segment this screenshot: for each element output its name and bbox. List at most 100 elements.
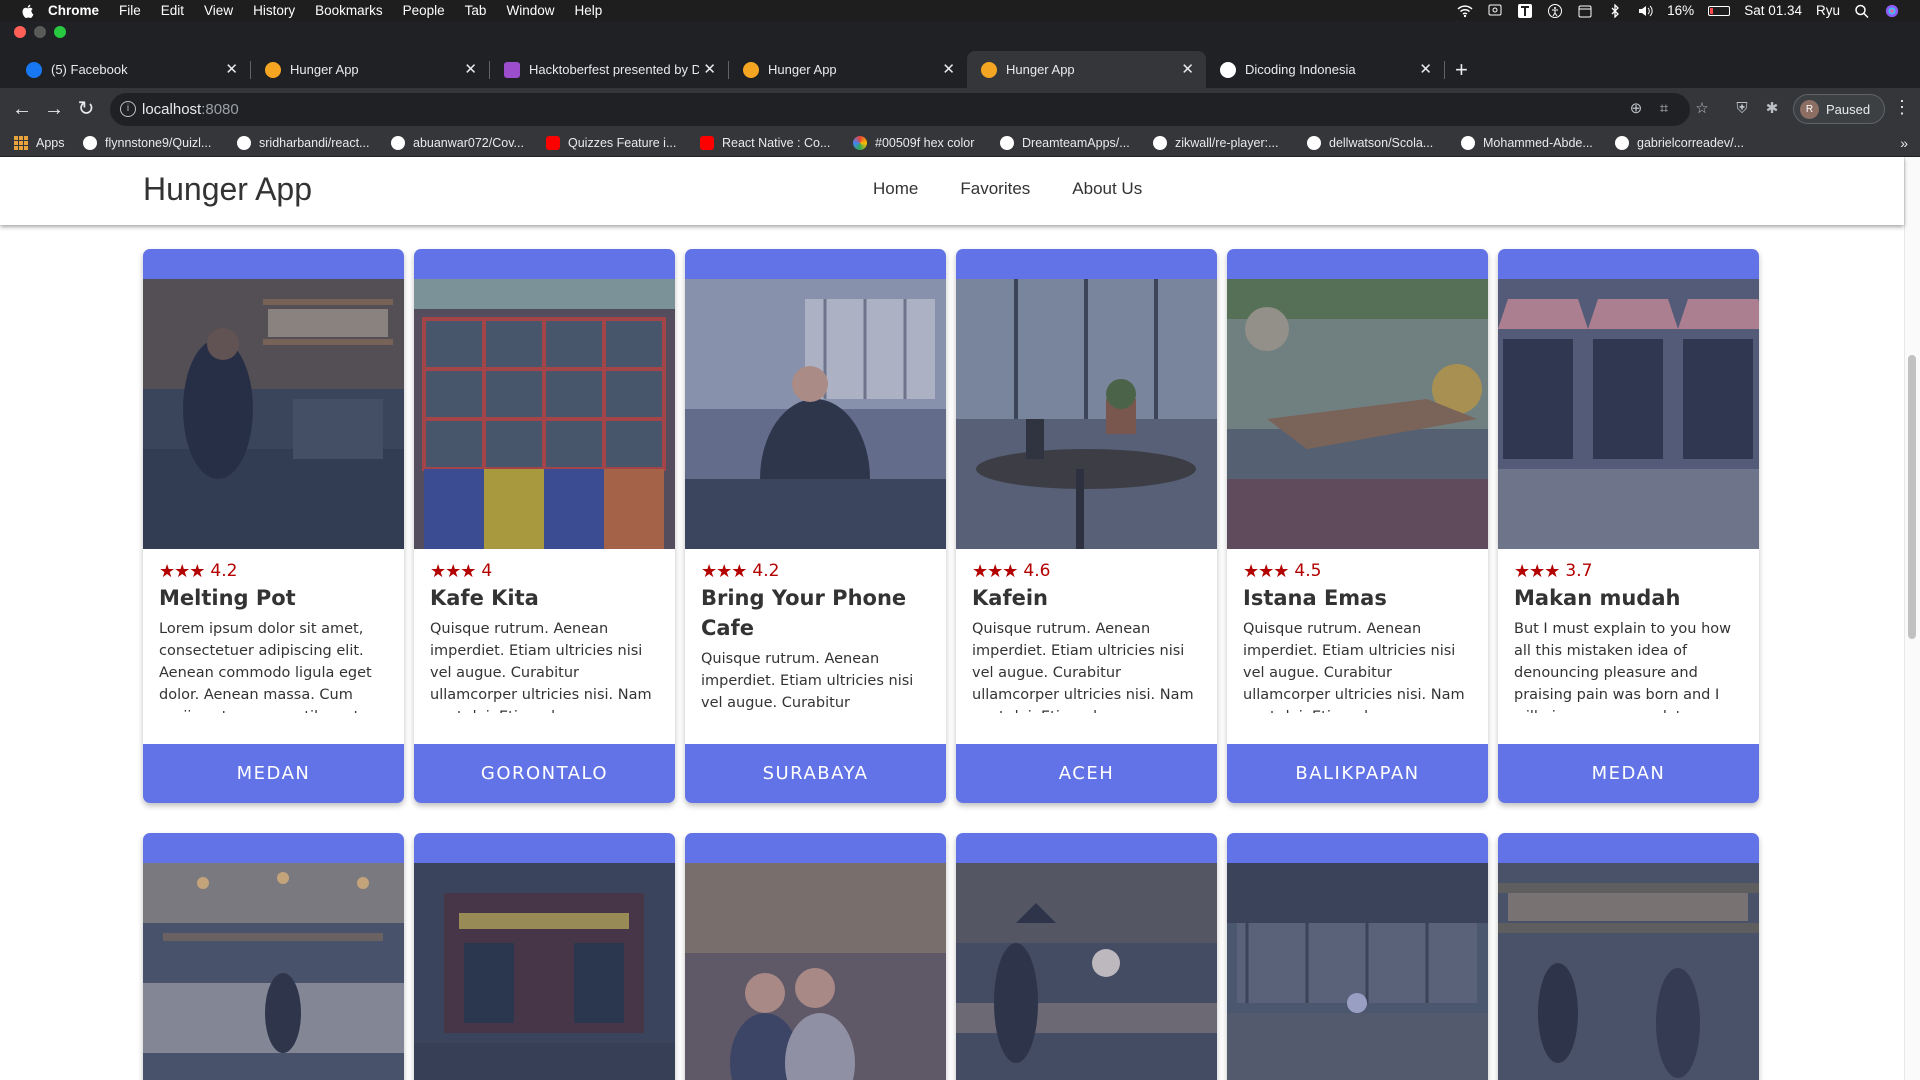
close-tab-icon[interactable]: ✕ xyxy=(1181,60,1194,78)
tab-hunger-app[interactable]: Hunger App ✕ xyxy=(729,51,967,88)
menu-window[interactable]: Window xyxy=(506,3,554,18)
site-brand[interactable]: Hunger App xyxy=(143,171,312,208)
tab-hacktoberfest[interactable]: Hacktoberfest presented by Di ✕ xyxy=(490,51,728,88)
restaurant-photo xyxy=(1227,863,1488,1080)
siri-icon[interactable] xyxy=(1884,4,1900,18)
zoom-window-button[interactable] xyxy=(54,26,66,38)
restaurant-card[interactable] xyxy=(143,833,404,1080)
translate-icon[interactable]: ⌗ xyxy=(1656,101,1672,117)
install-app-icon[interactable]: ⊕ xyxy=(1628,101,1644,117)
close-tab-icon[interactable]: ✕ xyxy=(1419,60,1432,78)
menubar-user[interactable]: Ryu xyxy=(1816,3,1840,18)
menu-people[interactable]: People xyxy=(403,3,445,18)
restaurant-card[interactable]: ★★★ 4.2 Melting Pot Lorem ipsum dolor sit… xyxy=(143,249,404,803)
forward-arrow-icon[interactable]: → xyxy=(42,97,66,121)
tab-hunger-app-active[interactable]: Hunger App ✕ xyxy=(967,51,1206,88)
site-info-icon[interactable]: i xyxy=(120,101,136,117)
close-window-button[interactable] xyxy=(14,26,26,38)
bookmark-item[interactable]: dellwatson/Scola... xyxy=(1307,136,1433,150)
close-tab-icon[interactable]: ✕ xyxy=(225,60,238,78)
bookmark-item[interactable]: #00509f hex color xyxy=(853,136,974,150)
restaurant-name[interactable]: Kafein xyxy=(972,583,1204,613)
bookmark-item[interactable]: React Native : Co... xyxy=(700,136,830,150)
bookmark-item[interactable]: Mohammed-Abde... xyxy=(1461,136,1593,150)
restaurant-photo xyxy=(414,279,675,549)
close-tab-icon[interactable]: ✕ xyxy=(942,60,955,78)
bookmark-item[interactable]: gabrielcorreadev/... xyxy=(1615,136,1744,150)
restaurant-name[interactable]: Istana Emas xyxy=(1243,583,1475,613)
nav-favorites[interactable]: Favorites xyxy=(960,179,1030,199)
restaurant-card[interactable] xyxy=(1498,833,1759,1080)
wifi-icon[interactable] xyxy=(1457,4,1473,18)
volume-icon[interactable] xyxy=(1637,4,1653,18)
close-tab-icon[interactable]: ✕ xyxy=(464,60,477,78)
bookmark-item[interactable]: flynnstone9/Quizl... xyxy=(83,136,211,150)
rating-value: 4.6 xyxy=(1023,561,1051,581)
menu-tab[interactable]: Tab xyxy=(465,3,487,18)
tab-facebook[interactable]: (5) Facebook ✕ xyxy=(12,51,250,88)
address-bar[interactable]: i localhost:8080 ⊕ ⌗ xyxy=(110,93,1690,126)
tab-dicoding[interactable]: Dicoding Indonesia ✕ xyxy=(1206,51,1444,88)
nav-about-us[interactable]: About Us xyxy=(1072,179,1142,199)
restaurant-name[interactable]: Bring Your Phone Cafe xyxy=(701,583,933,643)
battery-icon[interactable] xyxy=(1708,5,1731,16)
spotlight-search-icon[interactable] xyxy=(1854,4,1870,18)
chrome-menu-icon[interactable]: ⋮ xyxy=(1893,97,1911,118)
reload-icon[interactable]: ↻ xyxy=(74,97,98,121)
accessibility-icon[interactable] xyxy=(1547,3,1563,18)
macos-menu-bar: Chrome File Edit View History Bookmarks … xyxy=(0,0,1920,21)
text-app-icon[interactable] xyxy=(1517,3,1533,18)
menubar-clock[interactable]: Sat 01.34 xyxy=(1744,3,1802,18)
restaurant-name[interactable]: Kafe Kita xyxy=(430,583,662,613)
menu-history[interactable]: History xyxy=(253,3,295,18)
screen-icon[interactable] xyxy=(1487,4,1503,18)
restaurant-card[interactable]: ★★★ 3.7 Makan mudah But I must explain to… xyxy=(1498,249,1759,803)
menu-app-name[interactable]: Chrome xyxy=(48,3,99,18)
bookmark-apps[interactable]: Apps xyxy=(14,136,65,150)
bookmark-item[interactable]: abuanwar072/Cov... xyxy=(391,136,524,150)
bookmark-item[interactable]: zikwall/re-player:... xyxy=(1153,136,1279,150)
restaurant-description: Quisque rutrum. Aenean imperdiet. Etiam … xyxy=(1243,621,1465,713)
nav-home[interactable]: Home xyxy=(873,179,918,199)
bookmark-star-icon[interactable]: ☆ xyxy=(1694,101,1710,117)
restaurant-card[interactable] xyxy=(956,833,1217,1080)
address-url[interactable]: localhost:8080 xyxy=(142,101,239,118)
menu-view[interactable]: View xyxy=(204,3,233,18)
profile-button[interactable]: R Paused xyxy=(1793,94,1885,124)
card-body: ★★★ 4.2 Melting Pot Lorem ipsum dolor sit… xyxy=(159,561,391,713)
tab-hunger-app[interactable]: Hunger App ✕ xyxy=(251,51,489,88)
restaurant-name[interactable]: Makan mudah xyxy=(1514,583,1746,613)
menu-bookmarks[interactable]: Bookmarks xyxy=(315,3,383,18)
rating-value: 4.2 xyxy=(210,561,238,581)
restaurant-card[interactable]: ★★★ 4.2 Bring Your Phone Cafe Quisque rut… xyxy=(685,249,946,803)
bookmark-label: zikwall/re-player:... xyxy=(1175,136,1279,150)
restaurant-card[interactable] xyxy=(1227,833,1488,1080)
menu-file[interactable]: File xyxy=(119,3,141,18)
new-tab-button[interactable]: + xyxy=(1455,59,1468,81)
restaurant-card[interactable] xyxy=(414,833,675,1080)
calendar-icon[interactable] xyxy=(1577,4,1593,18)
back-arrow-icon[interactable]: ← xyxy=(10,97,34,121)
battery-percent: 16% xyxy=(1667,3,1695,18)
menu-help[interactable]: Help xyxy=(574,3,602,18)
scrollbar-thumb[interactable] xyxy=(1908,355,1916,639)
menu-edit[interactable]: Edit xyxy=(161,3,184,18)
apple-icon[interactable] xyxy=(20,3,36,19)
bookmark-item[interactable]: Quizzes Feature i... xyxy=(546,136,676,150)
bookmark-item[interactable]: sridharbandi/react... xyxy=(237,136,369,150)
card-top-bar xyxy=(1498,833,1759,863)
restaurant-card[interactable]: ★★★ 4.5 Istana Emas Quisque rutrum. Aenea… xyxy=(1227,249,1488,803)
extension-shield-icon[interactable]: ⛨ xyxy=(1734,101,1750,117)
close-tab-icon[interactable]: ✕ xyxy=(703,60,716,78)
card-top-bar xyxy=(1227,249,1488,279)
bookmarks-overflow-icon[interactable]: » xyxy=(1900,135,1908,151)
restaurant-card[interactable]: ★★★ 4 Kafe Kita Quisque rutrum. Aenean im… xyxy=(414,249,675,803)
minimize-window-button[interactable] xyxy=(34,26,46,38)
extensions-puzzle-icon[interactable]: ✱ xyxy=(1764,101,1780,117)
restaurant-card[interactable] xyxy=(685,833,946,1080)
bluetooth-icon[interactable] xyxy=(1607,3,1623,18)
bookmark-item[interactable]: DreamteamApps/... xyxy=(1000,136,1130,150)
restaurant-name[interactable]: Melting Pot xyxy=(159,583,391,613)
restaurant-card[interactable]: ★★★ 4.6 Kafein Quisque rutrum. Aenean imp… xyxy=(956,249,1217,803)
github-icon xyxy=(1461,136,1475,150)
